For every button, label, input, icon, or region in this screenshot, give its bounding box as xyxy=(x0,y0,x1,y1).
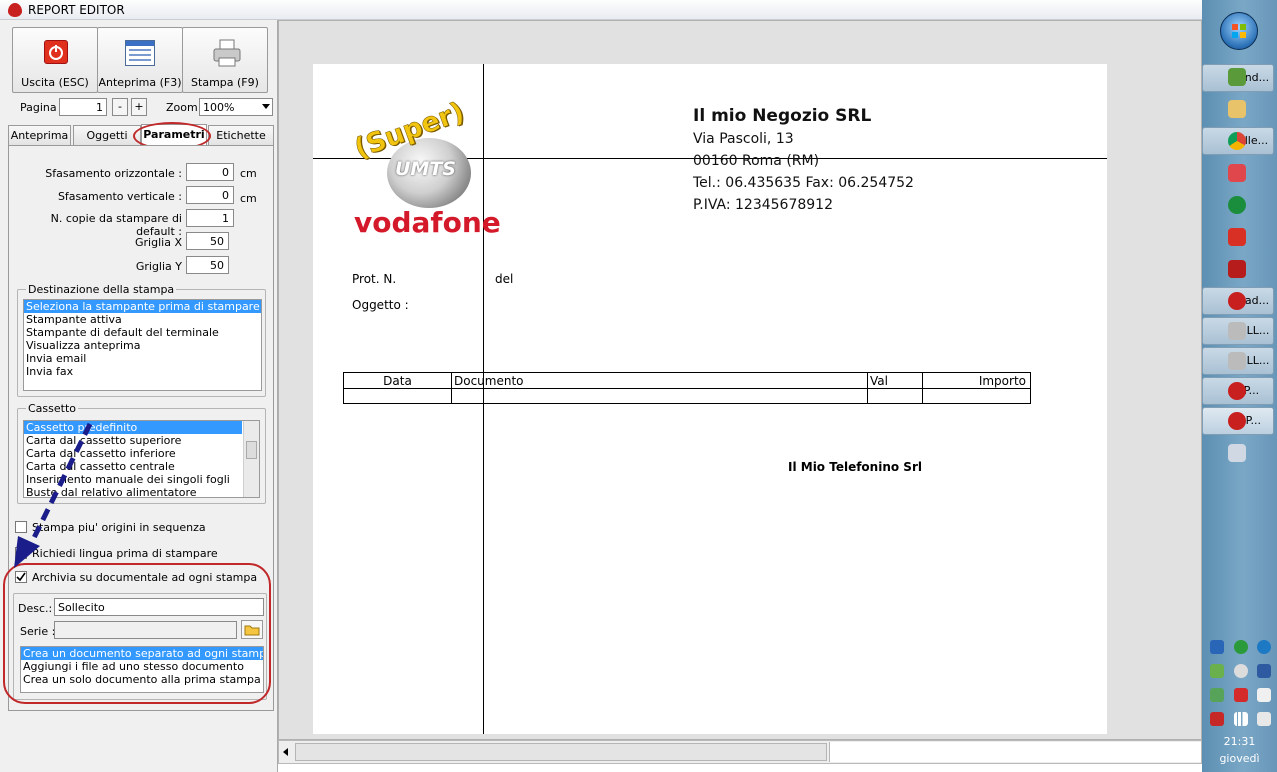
scroll-thumb[interactable] xyxy=(246,441,257,459)
drawer-title: Cassetto xyxy=(26,402,79,415)
users-icon xyxy=(1228,68,1246,86)
preview-icon xyxy=(125,40,155,66)
tab-oggetti[interactable]: Oggetti xyxy=(73,125,141,145)
title-bar: REPORT EDITOR xyxy=(0,0,1202,20)
tab-etichette[interactable]: Etichette xyxy=(208,125,274,145)
zoom-value: 100% xyxy=(203,101,235,114)
app-icon[interactable] xyxy=(1210,712,1224,726)
app-icon[interactable] xyxy=(1228,196,1246,214)
status-field xyxy=(829,742,1201,762)
app-icon xyxy=(8,3,22,17)
table-header-data: Data xyxy=(383,374,412,388)
list-item[interactable]: Stampante attiva xyxy=(24,313,261,326)
highlight-oval-archive xyxy=(3,563,271,704)
page-prev-button[interactable]: - xyxy=(112,98,128,116)
offset-v-unit: cm xyxy=(240,192,257,205)
volume-icon[interactable] xyxy=(1257,712,1271,726)
chevron-down-icon xyxy=(262,104,270,109)
offset-h-input[interactable]: 0 xyxy=(186,163,234,181)
company-address: Via Pascoli, 13 xyxy=(693,131,794,147)
folder-icon[interactable] xyxy=(1228,100,1246,118)
window-title: REPORT EDITOR xyxy=(28,3,125,17)
list-item[interactable]: Seleziona la stampante prima di stampare xyxy=(24,300,261,313)
app-icon[interactable] xyxy=(1210,664,1224,678)
start-button[interactable] xyxy=(1220,12,1258,50)
offset-h-label: Sfasamento orizzontale : xyxy=(45,167,182,180)
flag-icon[interactable] xyxy=(1257,688,1271,702)
report-table: Data Documento Val Importo xyxy=(343,372,1031,404)
app-icon[interactable] xyxy=(1257,640,1271,654)
sync-icon[interactable] xyxy=(1234,640,1248,654)
list-item[interactable]: Visualizza anteprima xyxy=(24,339,261,352)
destination-title: Destinazione della stampa xyxy=(26,283,177,296)
copies-input[interactable]: 1 xyxy=(186,209,234,227)
network-icon[interactable] xyxy=(1210,640,1224,654)
power-icon xyxy=(44,40,68,64)
list-item[interactable]: Invia email xyxy=(24,352,261,365)
preview-button[interactable]: Anteprima (F3) xyxy=(97,27,183,93)
page-input[interactable]: 1 xyxy=(59,98,107,116)
tab-anteprima[interactable]: Anteprima xyxy=(8,125,71,145)
copies-label: N. copie da stampare di default : xyxy=(50,212,182,238)
drawer-scrollbar[interactable] xyxy=(243,421,259,497)
signature: Il Mio Telefonino Srl xyxy=(788,460,922,474)
company-vat: P.IVA: 12345678912 xyxy=(693,197,833,213)
del-label: del xyxy=(495,272,514,286)
grid-y-input[interactable]: 50 xyxy=(186,256,229,274)
horizontal-scrollbar[interactable] xyxy=(278,740,1202,764)
offset-v-label: Sfasamento verticale : xyxy=(57,190,182,203)
clock-time[interactable]: 21:31 xyxy=(1202,735,1277,748)
destination-list[interactable]: Seleziona la stampante prima di stampare… xyxy=(23,299,262,391)
strawberry-icon xyxy=(1228,382,1246,400)
list-item[interactable]: Stampante di default del terminale xyxy=(24,326,261,339)
windows-logo-icon xyxy=(1232,24,1246,38)
grid-x-label: Griglia X xyxy=(135,236,182,249)
arrow-annotation-icon xyxy=(14,422,93,568)
page-next-button[interactable]: + xyxy=(131,98,147,116)
app-icon xyxy=(1228,352,1246,370)
print-button[interactable]: Stampa (F9) xyxy=(182,27,268,93)
logo-vodafone: vodafone xyxy=(354,206,501,239)
chrome-icon xyxy=(1228,132,1246,150)
app-icon[interactable] xyxy=(1228,260,1246,278)
company-phone: Tel.: 06.435635 Fax: 06.254752 xyxy=(693,175,914,191)
prot-label: Prot. N. xyxy=(352,272,397,286)
app-icon xyxy=(1228,322,1246,340)
signal-icon[interactable] xyxy=(1234,712,1248,726)
strawberry-icon xyxy=(1228,292,1246,310)
table-header-documento: Documento xyxy=(454,374,524,388)
subject-label: Oggetto : xyxy=(352,298,409,312)
scroll-thumb[interactable] xyxy=(295,743,827,761)
grid-y-label: Griglia Y xyxy=(135,260,182,273)
antivirus-icon[interactable] xyxy=(1234,688,1248,702)
table-header-importo: Importo xyxy=(978,374,1026,388)
security-icon[interactable] xyxy=(1210,688,1224,702)
grid-x-input[interactable]: 50 xyxy=(186,232,229,250)
clock-day: giovedì xyxy=(1219,752,1260,765)
page-label: Pagina xyxy=(20,101,57,114)
scroll-left-icon[interactable] xyxy=(283,748,288,756)
exit-button[interactable]: Uscita (ESC) xyxy=(12,27,98,93)
printer-icon xyxy=(211,38,243,68)
app-icon[interactable] xyxy=(1257,664,1271,678)
app-icon[interactable] xyxy=(1228,164,1246,182)
strawberry-icon xyxy=(1228,412,1246,430)
app-icon[interactable] xyxy=(1234,664,1248,678)
list-item[interactable]: Invia fax xyxy=(24,365,261,378)
zoom-label: Zoom xyxy=(166,101,198,114)
app-icon[interactable] xyxy=(1228,228,1246,246)
offset-v-input[interactable]: 0 xyxy=(186,186,234,204)
table-header-val: Val xyxy=(870,374,888,388)
company-name: Il mio Negozio SRL xyxy=(693,106,872,126)
logo-umts: UMTS xyxy=(395,158,456,180)
zoom-select[interactable]: 100% xyxy=(199,98,273,116)
app-icon[interactable] xyxy=(1228,444,1246,462)
offset-h-unit: cm xyxy=(240,167,257,180)
company-city: 00160 Roma (RM) xyxy=(693,153,820,169)
